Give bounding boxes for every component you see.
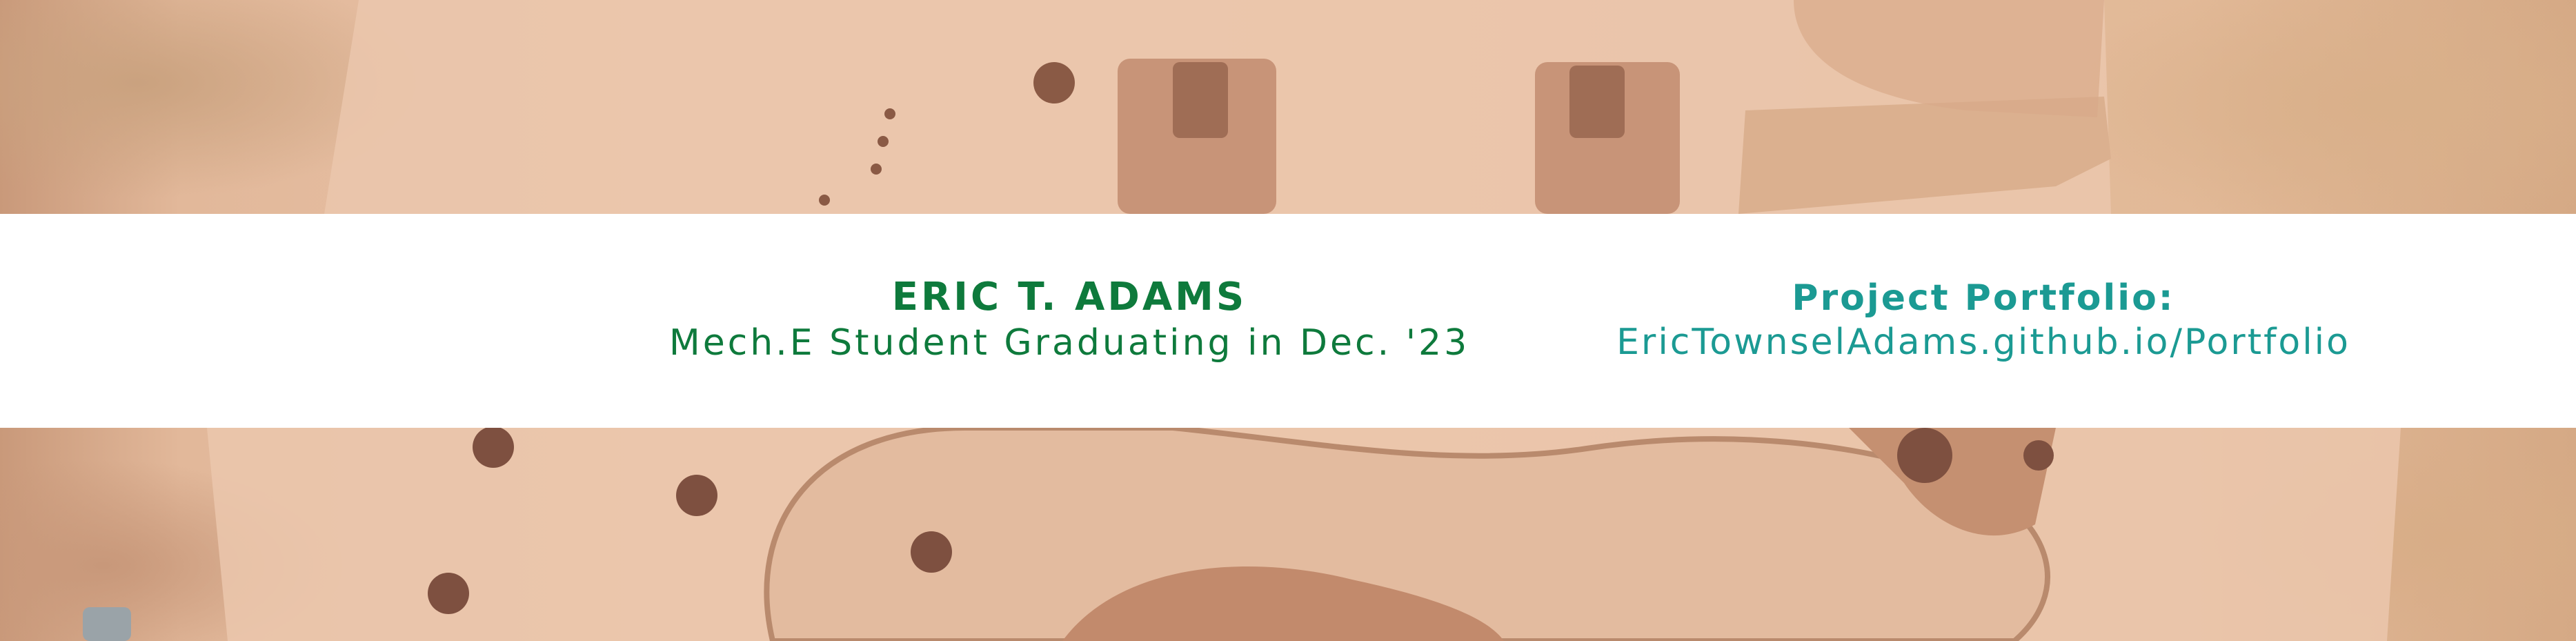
drill-hole (819, 195, 830, 206)
drill-hole (884, 108, 895, 119)
drill-hole (676, 475, 717, 516)
drill-hole (2023, 440, 2054, 471)
drill-hole (473, 426, 514, 468)
pickup-cavity-left-inner (1173, 62, 1228, 138)
drill-hole (871, 164, 882, 175)
profile-block: ERIC T. ADAMS Mech.E Student Graduating … (607, 275, 1532, 366)
header-banner: ERIC T. ADAMS Mech.E Student Graduating … (0, 214, 2576, 428)
pickup-cavity-right-inner (1569, 66, 1625, 138)
portfolio-label: Project Portfolio: (1792, 277, 2175, 319)
profile-subtitle: Mech.E Student Graduating in Dec. '23 (668, 322, 1470, 364)
drill-hole (878, 136, 889, 147)
drill-hole (1897, 428, 1952, 483)
drill-hole (911, 531, 952, 573)
portfolio-link[interactable]: EricTownselAdams.github.io/Portfolio (1538, 320, 2428, 364)
portfolio-block: Project Portfolio: EricTownselAdams.gith… (1538, 276, 2428, 364)
clamp-bolt (83, 607, 131, 641)
drill-hole (428, 573, 469, 614)
drill-hole (1033, 62, 1075, 103)
profile-name: ERIC T. ADAMS (891, 275, 1247, 319)
